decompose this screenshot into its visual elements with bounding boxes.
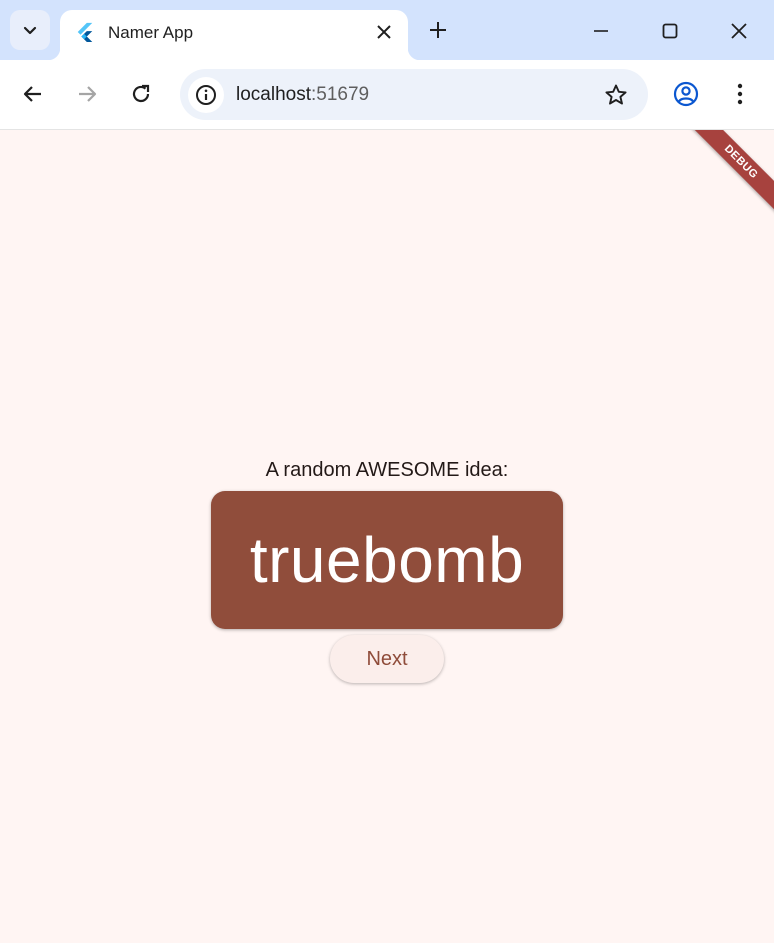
star-icon [605, 84, 627, 105]
tab-search-button[interactable] [10, 10, 50, 50]
maximize-icon [662, 23, 678, 39]
tab-close-button[interactable] [374, 22, 394, 42]
menu-button[interactable] [722, 76, 758, 112]
reload-icon [132, 84, 150, 103]
next-button[interactable]: Next [330, 635, 444, 683]
url-host: localhost [236, 84, 311, 105]
profile-button[interactable] [668, 76, 704, 112]
url-port: :51679 [311, 84, 370, 105]
flutter-icon [77, 22, 93, 42]
close-icon [731, 23, 747, 39]
new-tab-button[interactable] [424, 16, 452, 44]
plus-icon [430, 22, 446, 38]
url-text[interactable]: localhost:51679 [236, 84, 369, 106]
arrow-right-icon [79, 86, 97, 102]
tab-strip: Namer App [0, 0, 774, 60]
app-page: DEBUG A random AWESOME idea: truebomb Ne… [0, 130, 774, 943]
close-window-button[interactable] [722, 14, 756, 48]
profile-icon [673, 81, 699, 107]
browser-toolbar: localhost:51679 [0, 60, 774, 130]
minimize-icon [594, 30, 608, 32]
reload-button[interactable] [123, 76, 159, 112]
chevron-down-icon [23, 26, 37, 35]
info-icon [196, 85, 216, 105]
site-info-button[interactable] [188, 77, 224, 113]
more-vertical-icon [737, 83, 743, 105]
word-pair-text: truebomb [249, 524, 525, 596]
forward-button[interactable] [69, 76, 105, 112]
browser-tab[interactable]: Namer App [48, 10, 420, 60]
address-bar[interactable]: localhost:51679 [180, 69, 648, 120]
prompt-text: A random AWESOME idea: [265, 459, 509, 481]
bookmark-button[interactable] [602, 81, 630, 109]
minimize-button[interactable] [584, 14, 618, 48]
tab-title: Namer App [108, 23, 194, 42]
maximize-button[interactable] [653, 14, 687, 48]
back-button[interactable] [15, 76, 51, 112]
arrow-left-icon [23, 86, 41, 102]
word-pair-card: truebomb [211, 491, 563, 629]
debug-banner: DEBUG [680, 130, 774, 223]
close-icon [377, 25, 391, 39]
